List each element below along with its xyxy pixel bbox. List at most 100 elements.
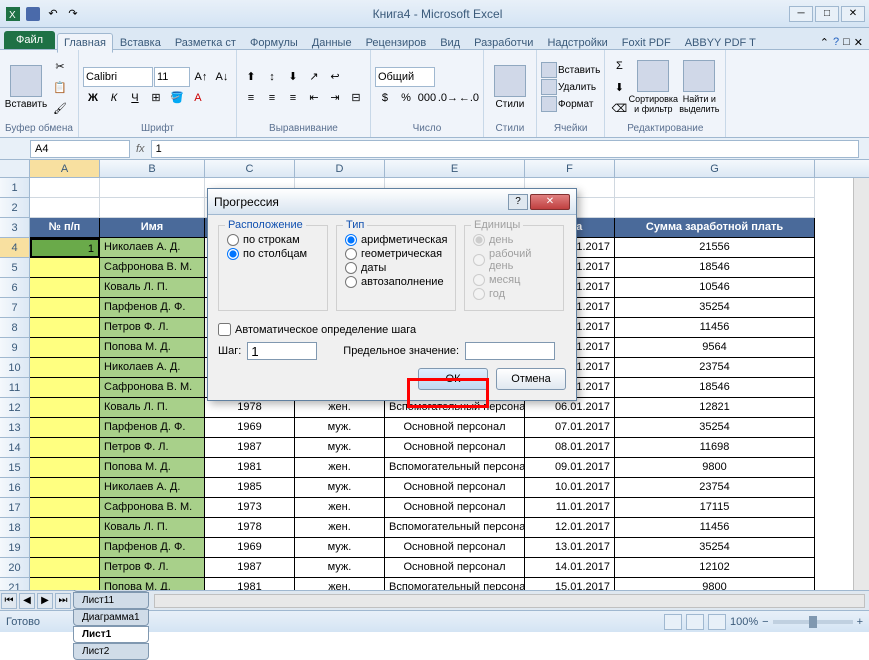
cell[interactable]: жен. <box>295 458 385 478</box>
cell[interactable] <box>30 298 100 318</box>
format-painter-icon[interactable]: 🖌 <box>50 98 70 118</box>
row-header[interactable]: 16 <box>0 478 30 498</box>
cell[interactable]: 07.01.2017 <box>525 418 615 438</box>
name-box[interactable]: A4 <box>30 140 130 158</box>
dialog-titlebar[interactable]: Прогрессия ? ✕ <box>208 189 576 215</box>
cell[interactable]: Петров Ф. Л. <box>100 558 205 578</box>
type-autofill-radio[interactable]: автозаполнение <box>345 276 447 288</box>
orientation-icon[interactable]: ↗ <box>304 67 324 87</box>
autosum-icon[interactable]: Σ <box>609 56 629 76</box>
row-header[interactable]: 1 <box>0 178 30 198</box>
cell[interactable]: Вспомогательный персонал <box>385 458 525 478</box>
page-layout-view-icon[interactable] <box>686 614 704 630</box>
type-geometric-radio[interactable]: геометрическая <box>345 248 447 260</box>
cell[interactable]: 1985 <box>205 478 295 498</box>
cell[interactable]: 06.01.2017 <box>525 398 615 418</box>
column-header[interactable]: A <box>30 160 100 177</box>
row-header[interactable]: 3 <box>0 218 30 238</box>
row-header[interactable]: 5 <box>0 258 30 278</box>
cell[interactable]: 1978 <box>205 398 295 418</box>
cell[interactable]: Коваль Л. П. <box>100 398 205 418</box>
fill-icon[interactable]: ⬇ <box>609 77 629 97</box>
cell[interactable]: Основной персонал <box>385 498 525 518</box>
paste-button[interactable]: Вставить <box>4 55 48 119</box>
header-cell[interactable]: № п/п <box>30 218 100 238</box>
cell[interactable]: Парфенов Д. Ф. <box>100 298 205 318</box>
step-input[interactable] <box>247 342 317 360</box>
cell[interactable] <box>30 558 100 578</box>
normal-view-icon[interactable] <box>664 614 682 630</box>
cell[interactable]: 12.01.2017 <box>525 518 615 538</box>
minimize-button[interactable]: ─ <box>789 6 813 22</box>
cell[interactable]: жен. <box>295 578 385 590</box>
page-break-view-icon[interactable] <box>708 614 726 630</box>
cell[interactable]: Сафронова В. М. <box>100 498 205 518</box>
layout-cols-radio[interactable]: по столбцам <box>227 248 319 260</box>
row-header[interactable]: 17 <box>0 498 30 518</box>
cell[interactable]: Основной персонал <box>385 538 525 558</box>
cell[interactable] <box>30 458 100 478</box>
cell[interactable]: муж. <box>295 418 385 438</box>
cell[interactable]: Основной персонал <box>385 438 525 458</box>
row-header[interactable]: 7 <box>0 298 30 318</box>
type-arithmetic-radio[interactable]: арифметическая <box>345 234 447 246</box>
font-color-icon[interactable]: A <box>188 88 208 108</box>
cell[interactable]: 09.01.2017 <box>525 458 615 478</box>
zoom-out-button[interactable]: − <box>762 616 768 628</box>
align-left-icon[interactable]: ≡ <box>241 88 261 108</box>
ok-button[interactable]: ОК <box>418 368 488 390</box>
cell[interactable] <box>30 198 100 218</box>
fx-icon[interactable]: fx <box>136 143 145 155</box>
cell[interactable]: 1 <box>30 238 100 258</box>
cell[interactable]: жен. <box>295 498 385 518</box>
decrease-indent-icon[interactable]: ⇤ <box>304 88 324 108</box>
redo-icon[interactable]: ↷ <box>64 5 82 23</box>
number-format-input[interactable] <box>375 67 435 87</box>
column-header[interactable]: F <box>525 160 615 177</box>
cell[interactable] <box>30 518 100 538</box>
cell[interactable]: 11698 <box>615 438 815 458</box>
cell[interactable]: жен. <box>295 398 385 418</box>
cell[interactable]: 18546 <box>615 378 815 398</box>
cell[interactable]: 10546 <box>615 278 815 298</box>
cell[interactable]: 15.01.2017 <box>525 578 615 590</box>
column-header[interactable]: G <box>615 160 815 177</box>
cut-icon[interactable]: ✂ <box>50 56 70 76</box>
cell[interactable]: Попова М. Д. <box>100 578 205 590</box>
column-header[interactable]: B <box>100 160 205 177</box>
cell[interactable]: Николаев А. Д. <box>100 238 205 258</box>
row-header[interactable]: 8 <box>0 318 30 338</box>
cell[interactable]: 10.01.2017 <box>525 478 615 498</box>
row-header[interactable]: 14 <box>0 438 30 458</box>
cell[interactable]: 21556 <box>615 238 815 258</box>
cancel-button[interactable]: Отмена <box>496 368 566 390</box>
cell[interactable]: Николаев А. Д. <box>100 358 205 378</box>
cell[interactable]: муж. <box>295 538 385 558</box>
delete-cells-button[interactable]: Удалить <box>541 79 600 95</box>
cell[interactable]: 35254 <box>615 538 815 558</box>
column-header[interactable]: D <box>295 160 385 177</box>
copy-icon[interactable]: 📋 <box>50 77 70 97</box>
type-dates-radio[interactable]: даты <box>345 262 447 274</box>
percent-icon[interactable]: % <box>396 88 416 108</box>
border-icon[interactable]: ⊞ <box>146 88 166 108</box>
cell[interactable]: муж. <box>295 558 385 578</box>
font-size-input[interactable] <box>154 67 190 87</box>
close-workbook-icon[interactable]: ✕ <box>854 36 863 49</box>
zoom-slider[interactable] <box>773 620 853 624</box>
insert-cells-button[interactable]: Вставить <box>541 62 600 78</box>
cell[interactable]: 35254 <box>615 418 815 438</box>
cell[interactable] <box>30 398 100 418</box>
cell[interactable]: Вспомогательный персонал <box>385 398 525 418</box>
sheet-tab[interactable]: Диаграмма1 <box>73 609 149 626</box>
help-icon[interactable]: ? <box>833 36 839 49</box>
cell[interactable] <box>615 178 815 198</box>
cell[interactable] <box>30 438 100 458</box>
cell[interactable]: Петров Ф. Л. <box>100 438 205 458</box>
cell[interactable] <box>30 258 100 278</box>
cell[interactable]: 18546 <box>615 258 815 278</box>
sort-filter-button[interactable]: Сортировка и фильтр <box>631 55 675 119</box>
cell[interactable] <box>30 178 100 198</box>
cell[interactable]: 17115 <box>615 498 815 518</box>
window-restore-icon[interactable]: □ <box>843 36 850 49</box>
